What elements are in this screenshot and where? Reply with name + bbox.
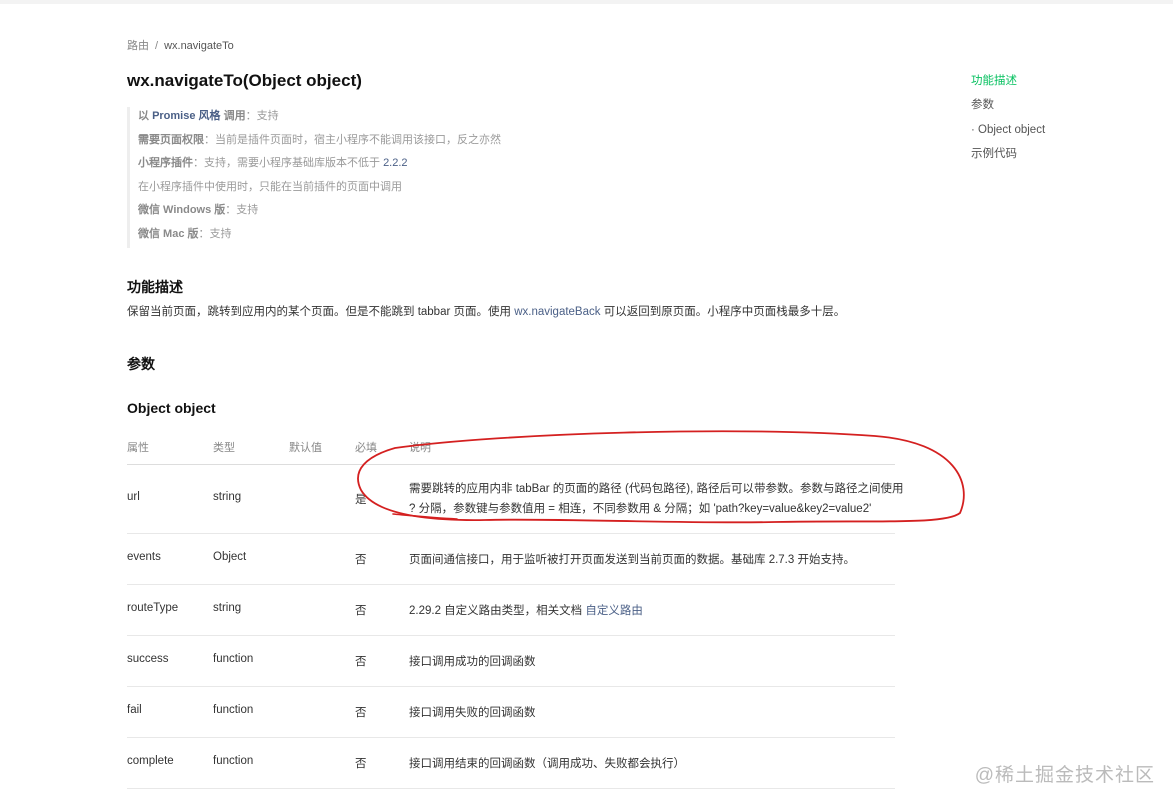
plugin-label: 小程序插件	[138, 157, 193, 169]
row-type: string	[213, 602, 242, 614]
breadcrumb-separator: /	[155, 40, 159, 52]
promise-prefix: 以	[138, 110, 149, 122]
breadcrumb-current: wx.navigateTo	[164, 40, 234, 52]
table-row: complete function 否 接口调用结束的回调函数（调用成功、失败都…	[127, 738, 895, 789]
table-row: fail function 否 接口调用失败的回调函数	[127, 687, 895, 738]
breadcrumb: 路由 / wx.navigateTo	[127, 37, 234, 53]
row-description: 接口调用失败的回调函数	[409, 707, 536, 719]
red-annotation-ellipse	[357, 430, 965, 524]
row-name: fail	[127, 704, 142, 716]
heading-object-object: Object object	[127, 400, 216, 416]
row-description: 2.29.2 自定义路由类型，相关文档 自定义路由	[409, 602, 643, 618]
row-type: function	[213, 653, 254, 665]
custom-route-link[interactable]: 自定义路由	[585, 605, 643, 617]
row-description: 接口调用结束的回调函数（调用成功、失败都会执行）	[409, 758, 685, 770]
row-type: Object	[213, 551, 247, 563]
row-required: 否	[355, 605, 367, 617]
row-required: 否	[355, 554, 367, 566]
breadcrumb-root[interactable]: 路由	[127, 40, 149, 52]
toc-item-object-object[interactable]: · Object object	[971, 122, 1045, 146]
row-type: function	[213, 704, 254, 716]
row-name: complete	[127, 755, 174, 767]
promise-value: ：支持	[245, 110, 279, 122]
mac-label: 微信 Mac 版	[138, 227, 199, 240]
promise-support-line: 以 Promise 风格 调用：支持	[138, 107, 638, 131]
row-name: url	[127, 491, 140, 503]
table-row: events Object 否 页面间通信接口，用于监听被打开页面发送到当前页面…	[127, 534, 895, 585]
windows-value: ：支持	[225, 204, 259, 216]
promise-style-link[interactable]: Promise 风格	[152, 110, 220, 122]
desc-text-after: 可以返回到原页面。小程序中页面栈最多十层。	[603, 306, 846, 318]
row-required: 否	[355, 758, 367, 770]
desc-text-before: 保留当前页面，跳转到应用内的某个页面。但是不能跳到 tabbar 页面。使用	[127, 306, 511, 318]
th-type: 类型	[213, 442, 235, 454]
plugin-note-line: 在小程序插件中使用时，只能在当前插件的页面中调用	[138, 180, 402, 193]
watermark: @稀土掘金技术社区	[974, 765, 1155, 786]
row-name: success	[127, 653, 169, 665]
row-required: 否	[355, 656, 367, 668]
permission-line: 需要页面权限：当前是插件页面时，宿主小程序不能调用该接口，反之亦然	[138, 131, 638, 155]
heading-function-description: 功能描述	[127, 279, 183, 295]
page-title: wx.navigateTo(Object object)	[127, 71, 362, 90]
row-type: string	[213, 491, 242, 503]
mac-value: ：支持	[198, 227, 232, 240]
th-default: 默认值	[289, 442, 322, 454]
navigate-back-link[interactable]: wx.navigateBack	[514, 306, 600, 318]
top-bar	[0, 0, 1173, 4]
row-name: routeType	[127, 602, 179, 614]
table-of-contents: 功能描述 参数 · Object object 示例代码	[971, 73, 1045, 170]
row-description-text: 2.29.2 自定义路由类型，相关文档	[409, 605, 583, 617]
permission-value: ：当前是插件页面时，宿主小程序不能调用该接口，反之亦然	[204, 133, 501, 146]
permission-label: 需要页面权限	[138, 133, 204, 146]
toc-item-sample-code[interactable]: 示例代码	[971, 146, 1045, 170]
toc-item-params[interactable]: 参数	[971, 97, 1045, 121]
function-description: 保留当前页面，跳转到应用内的某个页面。但是不能跳到 tabbar 页面。使用 w…	[127, 303, 845, 319]
plugin-value: ：支持，需要小程序基础库版本不低于	[193, 157, 380, 169]
mac-support-line: 微信 Mac 版：支持	[138, 225, 638, 249]
windows-label: 微信 Windows 版	[138, 204, 226, 216]
row-name: events	[127, 551, 161, 563]
annotation-stroke	[357, 430, 965, 524]
row-required: 否	[355, 707, 367, 719]
th-property: 属性	[127, 442, 149, 454]
plugin-line: 小程序插件：支持，需要小程序基础库版本不低于 2.2.2	[138, 154, 638, 178]
table-row: success function 否 接口调用成功的回调函数	[127, 636, 895, 687]
row-description: 接口调用成功的回调函数	[409, 656, 536, 668]
plugin-version: 2.2.2	[383, 157, 408, 169]
row-type: function	[213, 755, 254, 767]
row-description: 页面间通信接口，用于监听被打开页面发送到当前页面的数据。基础库 2.7.3 开始…	[409, 554, 855, 566]
api-support-info: 以 Promise 风格 调用：支持 需要页面权限：当前是插件页面时，宿主小程序…	[127, 107, 638, 248]
heading-params: 参数	[127, 356, 155, 372]
windows-support-line: 微信 Windows 版：支持	[138, 201, 638, 225]
promise-label: 调用	[223, 110, 246, 122]
toc-item-function-description[interactable]: 功能描述	[971, 73, 1045, 97]
table-row: routeType string 否 2.29.2 自定义路由类型，相关文档 自…	[127, 585, 895, 636]
